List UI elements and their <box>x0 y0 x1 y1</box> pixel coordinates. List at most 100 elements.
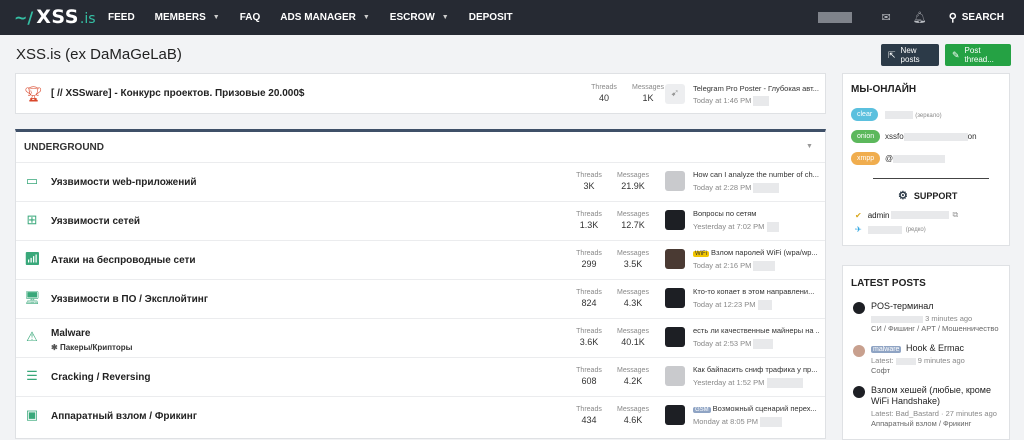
post-thread-button[interactable]: ✎ Post thread... <box>945 44 1011 66</box>
redacted-username <box>871 315 923 323</box>
chevron-down-icon[interactable]: ▼ <box>213 14 220 21</box>
threads-stat: Threads 1.3K <box>569 211 609 230</box>
underground-section: UNDERGROUND ▼ ▭ Уязвимости web-приложени… <box>15 129 826 439</box>
prefix-badge: malware <box>871 346 902 353</box>
section-heading[interactable]: UNDERGROUND <box>24 142 104 153</box>
forum-title[interactable]: Уязвимости сетей <box>51 216 140 227</box>
forum-title[interactable]: Атаки на беспроводные сети <box>51 255 196 266</box>
forum-title[interactable]: Malware <box>51 328 90 339</box>
nav-escrow[interactable]: ESCROW ▼ <box>390 12 449 23</box>
nav-deposit[interactable]: DEPOSIT <box>469 12 513 23</box>
avatar[interactable] <box>853 302 865 314</box>
threads-label: Threads <box>576 250 602 257</box>
latest-thread-link[interactable]: Telegram Pro Poster - Глубокая авт... <box>693 84 819 93</box>
onion-tag: onion <box>851 130 881 143</box>
latest-thread-link[interactable]: есть ли качественные майнеры на ... <box>693 326 819 335</box>
redacted-username <box>766 378 803 389</box>
copy-icon[interactable]: ⧉ <box>953 210 959 220</box>
wireless-icon: 📶︎ <box>24 251 41 266</box>
avatar[interactable] <box>853 386 865 398</box>
onion-link[interactable]: xssfo on <box>885 132 977 141</box>
logo-suffix: .is <box>79 11 96 27</box>
nav-members[interactable]: MEMBERS ▼ <box>155 12 220 23</box>
latest-thread-link[interactable]: Как байпасить сниф трафика у пр... <box>693 365 819 374</box>
new-posts-icon: ⇱ <box>888 49 896 60</box>
chevron-down-icon[interactable]: ▼ <box>442 14 449 21</box>
latest-thread-link[interactable]: How can I analyze the number of ch... <box>693 170 819 179</box>
chevron-down-icon[interactable]: ▼ <box>363 14 370 21</box>
latest-post-title[interactable]: POS-терминал <box>871 301 933 311</box>
subforum-link[interactable]: ✱ Пакеры/Крипторы <box>51 343 132 352</box>
latest-thread-link[interactable]: WiFi Взлом паролей WiFi (wpa/wp... <box>693 248 819 257</box>
forum-row: ▭ Уязвимости web-приложений Threads 3K Me… <box>16 162 825 201</box>
latest-avatar[interactable] <box>665 288 685 308</box>
support-heading: ⚙ SUPPORT <box>898 189 957 202</box>
latest-thread-link[interactable]: Вопросы по сетям <box>693 209 819 218</box>
collapse-icon[interactable]: ▼ <box>806 143 813 150</box>
account-username[interactable] <box>817 12 852 23</box>
malware-icon: ⚠ <box>26 329 38 344</box>
forum-title[interactable]: Уязвимости в ПО / Эксплойтинг <box>51 294 208 305</box>
redacted-address <box>903 132 968 141</box>
latest-date: Today at 2:28 PM <box>693 183 780 194</box>
bell-icon[interactable]: 🔔︎ <box>913 11 927 24</box>
cracking-icon: ☰ <box>26 368 38 383</box>
prefix-badge: GSM <box>693 407 711 413</box>
threads-stat: Threads 3.6K <box>569 328 609 347</box>
latest-post-category[interactable]: СИ / Фишинг / APT / Мошенничество <box>871 324 999 333</box>
support-admin[interactable]: ✔ admin ⧉ <box>855 210 958 220</box>
messages-stat: Messages 12.7K <box>613 211 653 230</box>
forum-title[interactable]: Уязвимости web-приложений <box>51 177 197 188</box>
edit-icon: ✎ <box>952 49 960 60</box>
nav-label: FAQ <box>239 12 261 23</box>
latest-thread-link[interactable]: Кто-то копает в этом направлени... <box>693 287 819 296</box>
messages-label: Messages <box>617 250 649 257</box>
main-nav: FEED MEMBERS ▼ FAQ ADS MANAGER ▼ ESCROW ▼ D… <box>108 0 533 35</box>
latest-avatar[interactable] <box>665 327 685 347</box>
site-logo[interactable]: ~/ XSS .is <box>14 6 96 28</box>
nav-label: DEPOSIT <box>468 12 513 23</box>
forum-row: ▣ Аппаратный взлом / Фрикинг Threads 434 … <box>16 396 825 435</box>
latest-post-meta: 3 minutes ago <box>871 314 972 323</box>
date-text: Today at 12:23 PM <box>693 300 756 309</box>
forum-row: ⚠ Malware ✱ Пакеры/Крипторы Threads 3.6K … <box>16 318 825 357</box>
xmpp-link[interactable]: @ <box>885 154 946 163</box>
promo-title[interactable]: [ // XSSware] - Конкурс проектов. Призов… <box>51 88 304 99</box>
latest-post-category[interactable]: Софт <box>871 366 890 375</box>
clear-link[interactable]: (зеркало) <box>885 110 942 119</box>
mirror-note: (зеркало) <box>915 113 942 119</box>
forum-title[interactable]: Аппаратный взлом / Фрикинг <box>51 411 197 422</box>
date-text: Today at 1:46 PM <box>693 96 752 105</box>
gears-icon: ⚙ <box>898 190 908 202</box>
forum-title[interactable]: Cracking / Reversing <box>51 372 150 383</box>
latest-post-title[interactable]: Взлом хешей (любые, кроме WiFi Handshake… <box>871 385 1006 407</box>
nav-label: ESCROW <box>389 12 435 23</box>
latest-avatar[interactable] <box>665 366 685 386</box>
nav-faq[interactable]: FAQ <box>240 12 261 23</box>
latest-post-title[interactable]: malware Hook & Ermac <box>871 343 964 353</box>
forum-row: ☰ Cracking / Reversing Threads 608 Messag… <box>16 357 825 396</box>
latest-post-category[interactable]: Аппаратный взлом / Фрикинг <box>871 419 971 428</box>
nav-ads-manager[interactable]: ADS MANAGER ▼ <box>280 12 370 23</box>
redacted-address <box>890 211 949 219</box>
threads-label: Threads <box>576 211 602 218</box>
support-label: SUPPORT <box>913 190 958 201</box>
new-posts-button[interactable]: ⇱ New posts <box>881 44 939 66</box>
latest-avatar[interactable] <box>665 210 685 230</box>
search-button[interactable]: ⚲ SEARCH <box>949 11 1004 24</box>
avatar[interactable] <box>853 345 865 357</box>
latest-avatar[interactable] <box>665 405 685 425</box>
latest-avatar[interactable]: ➹ <box>665 84 685 104</box>
admin-label: admin <box>867 210 890 220</box>
nav-feed[interactable]: FEED <box>108 12 135 23</box>
support-telegram[interactable]: ✈ (редко) <box>855 225 926 234</box>
latest-avatar[interactable] <box>665 171 685 191</box>
new-posts-label: New posts <box>900 46 920 64</box>
latest-thread-link[interactable]: GSM Возможный сценарий перех... <box>693 404 819 413</box>
latest-date: Today at 12:23 PM <box>693 300 772 311</box>
mail-icon[interactable]: ✉ <box>882 11 891 24</box>
threads-stat: Threads 824 <box>569 289 609 308</box>
redacted-username <box>753 183 780 194</box>
telegram-icon: ✈ <box>855 225 862 234</box>
latest-avatar[interactable] <box>665 249 685 269</box>
